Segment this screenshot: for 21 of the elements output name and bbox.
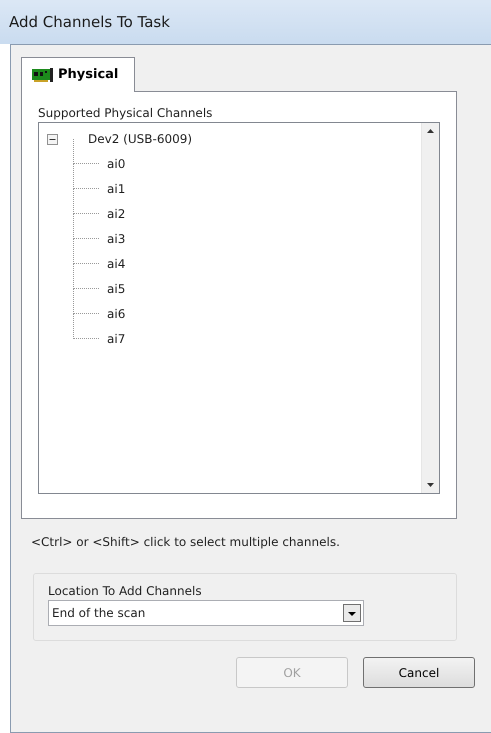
location-label: Location To Add Channels [48, 584, 203, 598]
scrollbar[interactable] [421, 123, 439, 493]
dialog-button[interactable]: Cancel [363, 657, 475, 688]
tree-item[interactable]: ai6 [105, 306, 128, 322]
tree-item[interactable]: ai2 [105, 206, 128, 222]
location-dropdown[interactable]: End of the scan [48, 600, 364, 626]
list-label: Supported Physical Channels [38, 106, 214, 120]
tree-item[interactable]: ai5 [105, 280, 128, 296]
tree-item[interactable]: ai0 [105, 156, 128, 172]
hint-text: <Ctrl> or <Shift> click to select multiple channels. [31, 535, 341, 549]
collapse-icon[interactable] [47, 134, 58, 144]
tree-item[interactable]: Dev2 (USB-6009) [86, 131, 194, 147]
tree-item[interactable]: ai3 [105, 230, 128, 246]
tree-item[interactable]: ai1 [105, 180, 128, 196]
board-icon [32, 68, 54, 82]
tree-item[interactable]: ai4 [105, 256, 128, 272]
scroll-down-icon[interactable] [427, 483, 434, 487]
tree-item[interactable]: ai7 [105, 330, 128, 346]
tab[interactable]: Physical [21, 57, 136, 92]
window-title: Add Channels To Task [9, 13, 170, 31]
scroll-up-icon[interactable] [427, 129, 434, 133]
